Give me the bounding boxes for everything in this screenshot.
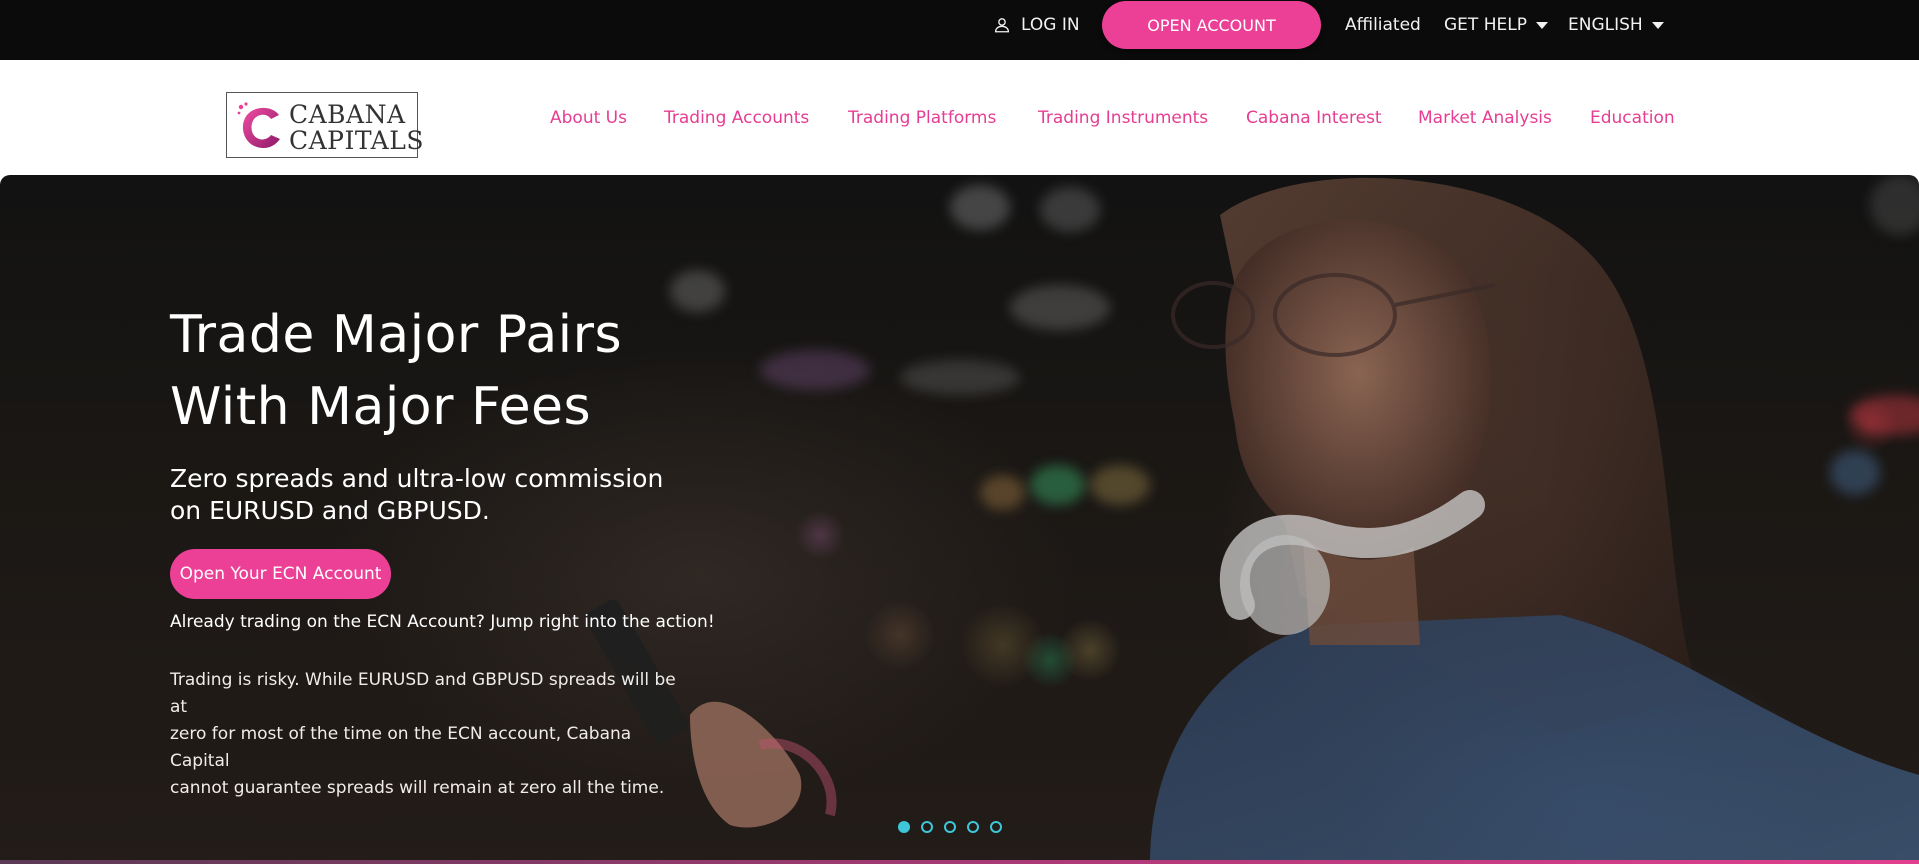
hero-banner: Trade Major Pairs With Major Fees Zero s… (0, 175, 1919, 864)
nav-education[interactable]: Education (1590, 108, 1675, 128)
risk-line1: Trading is risky. While EURUSD and GBPUS… (170, 670, 676, 717)
nav-trading-instruments[interactable]: Trading Instruments (1038, 108, 1208, 128)
nav-market-analysis[interactable]: Market Analysis (1418, 108, 1552, 128)
risk-disclaimer: Trading is risky. While EURUSD and GBPUS… (170, 667, 690, 802)
slider-pagination (898, 821, 1002, 833)
caret-down-icon (1651, 21, 1664, 29)
hero-subtitle-line1: Zero spreads and ultra-low commission (170, 464, 664, 493)
risk-line3: cannot guarantee spreads will remain at … (170, 778, 665, 798)
affiliated-link[interactable]: Affiliated (1345, 0, 1421, 50)
hero-subtitle-line2: on EURUSD and GBPUSD. (170, 496, 490, 525)
hero-title-line1: Trade Major Pairs (170, 305, 623, 365)
affiliated-label: Affiliated (1345, 15, 1421, 35)
login-label: LOG IN (1021, 15, 1080, 35)
top-bar: LOG IN OPEN ACCOUNT Affiliated GET HELP … (0, 0, 1919, 60)
user-icon (994, 18, 1010, 33)
language-dropdown[interactable]: ENGLISH (1568, 0, 1664, 50)
open-ecn-account-button[interactable]: Open Your ECN Account (170, 549, 391, 599)
nav-cabana-interest[interactable]: Cabana Interest (1246, 108, 1382, 128)
caret-down-icon (1535, 21, 1548, 29)
slider-dot[interactable] (967, 821, 979, 833)
slider-dot[interactable] (990, 821, 1002, 833)
logo-c-icon (237, 102, 280, 149)
language-label: ENGLISH (1568, 15, 1643, 35)
already-trading-text: Already trading on the ECN Account? Jump… (170, 612, 715, 632)
hero-title: Trade Major Pairs With Major Fees (170, 299, 770, 443)
login-link[interactable]: LOG IN (993, 0, 1080, 50)
get-help-label: GET HELP (1444, 15, 1527, 35)
nav-trading-platforms[interactable]: Trading Platforms (848, 108, 996, 128)
slider-dot[interactable] (921, 821, 933, 833)
nav-trading-accounts[interactable]: Trading Accounts (664, 108, 809, 128)
nav-about-us[interactable]: About Us (550, 108, 627, 128)
hero-title-line2: With Major Fees (170, 377, 592, 437)
logo-text-line1: CABANA (289, 100, 406, 129)
open-account-button[interactable]: OPEN ACCOUNT (1102, 1, 1321, 49)
cabana-capitals-logo[interactable]: CABANA CAPITALS (226, 92, 423, 158)
slider-dot[interactable] (898, 821, 910, 833)
slider-dot[interactable] (944, 821, 956, 833)
hero-bottom-accent (0, 860, 1919, 864)
main-navigation: CABANA CAPITALS About Us Trading Account… (0, 60, 1919, 175)
logo-text-line2: CAPITALS (289, 126, 424, 155)
hero-subtitle: Zero spreads and ultra-low commission on… (170, 463, 730, 527)
get-help-dropdown[interactable]: GET HELP (1444, 0, 1548, 50)
risk-line2: zero for most of the time on the ECN acc… (170, 724, 632, 771)
